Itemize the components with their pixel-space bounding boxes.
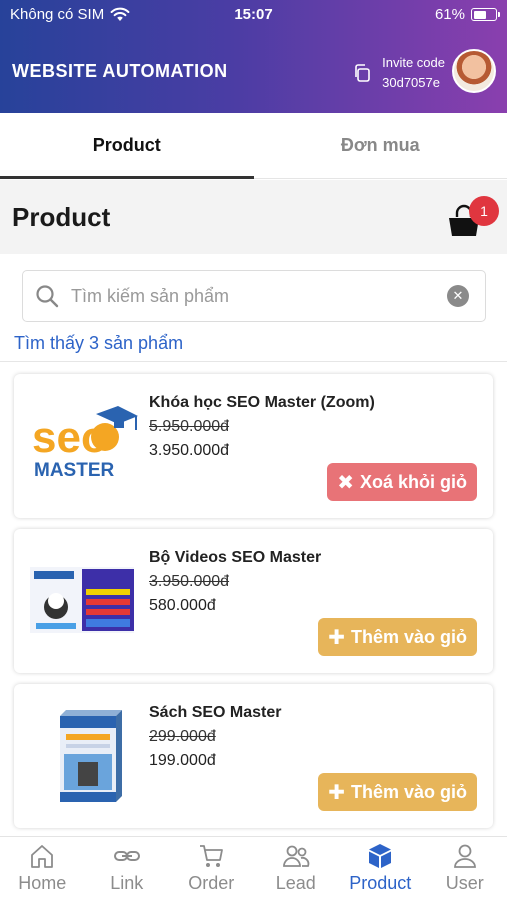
divider [0,361,507,362]
product-price: 3.950.000đ [149,442,230,459]
search-input[interactable] [71,285,447,307]
add-to-cart-button[interactable]: ✚ Thêm vào giỏ [318,773,477,811]
nav-order[interactable]: Order [169,837,254,900]
product-card[interactable]: seo MASTER Khóa học SEO Master (Zoom) 5.… [14,374,493,518]
app-title: WEBSITE AUTOMATION [12,61,228,81]
invite-texts: Invite code 30d7057e [382,53,445,93]
product-name[interactable]: Sách SEO Master [149,704,282,722]
product-name[interactable]: Bộ Videos SEO Master [149,549,321,567]
close-icon: ✖ [337,471,354,494]
link-icon [113,851,140,861]
invite-code-button[interactable]: Invite code 30d7057e [352,53,445,93]
nav-link[interactable]: Link [85,837,170,900]
product-thumbnail [30,567,134,633]
product-thumbnail: seo MASTER [32,406,138,481]
product-old-price: 5.950.000đ [149,418,230,435]
nav-home[interactable]: Home [0,837,85,900]
product-old-price: 3.950.000đ [149,573,230,590]
button-label: Xoá khỏi giỏ [359,471,467,492]
nav-label: Lead [275,873,316,893]
add-to-cart-button[interactable]: ✚ Thêm vào giỏ [318,618,477,656]
invite-label: Invite code [382,55,445,70]
users-icon [282,845,310,867]
search-box: ✕ [22,270,486,322]
clear-search-icon[interactable]: ✕ [447,285,469,307]
search-icon [36,285,59,308]
tab-product[interactable]: Product [0,113,254,179]
plus-icon: ✚ [328,781,345,804]
results-count: Tìm thấy 3 sản phẩm [14,333,184,353]
user-icon [453,844,476,868]
battery-icon [471,8,500,21]
nav-label: Product [349,873,412,893]
product-card[interactable]: Bộ Videos SEO Master 3.950.000đ 580.000đ… [14,529,493,673]
page-header: Product [0,180,507,254]
battery-group: 61% [434,6,500,23]
button-label: Thêm vào giỏ [350,781,467,802]
app-header: Không có SIM 15:07 61% WEBSITE AUTOMATIO… [0,0,507,113]
invite-code: 30d7057e [382,75,440,90]
cart-count-badge: 1 [469,196,499,226]
cart-icon [200,845,224,867]
nav-label: Order [188,873,235,893]
plus-icon: ✚ [328,626,345,649]
battery-percent: 61% [434,6,465,23]
nav-label: User [445,873,484,893]
nav-lead[interactable]: Lead [254,837,339,900]
tab-don-mua[interactable]: Đơn mua [254,113,507,178]
copy-icon [352,63,372,83]
nav-product[interactable]: Product [338,837,423,900]
avatar[interactable] [452,49,496,93]
product-card[interactable]: Sách SEO Master 299.000đ 199.000đ ✚ Thêm… [14,684,493,828]
status-bar: Không có SIM 15:07 61% [0,0,507,30]
remove-from-cart-button[interactable]: ✖ Xoá khỏi giỏ [327,463,477,501]
nav-label: Link [110,873,144,893]
home-icon [31,845,54,868]
product-thumbnail [60,710,122,802]
product-price: 580.000đ [149,597,216,614]
product-name[interactable]: Khóa học SEO Master (Zoom) [149,394,375,412]
tab-bar: Product Đơn mua [0,113,507,179]
button-label: Thêm vào giỏ [350,626,467,647]
cube-icon [369,844,392,868]
nav-user[interactable]: User [423,837,507,900]
bottom-nav: Home Link Order Lead Product User [0,836,507,900]
nav-label: Home [18,873,67,893]
status-time: 15:07 [234,6,273,23]
thumb-master-text: MASTER [34,460,115,481]
product-old-price: 299.000đ [149,728,216,745]
page-title: Product [12,202,111,232]
product-price: 199.000đ [149,752,216,769]
